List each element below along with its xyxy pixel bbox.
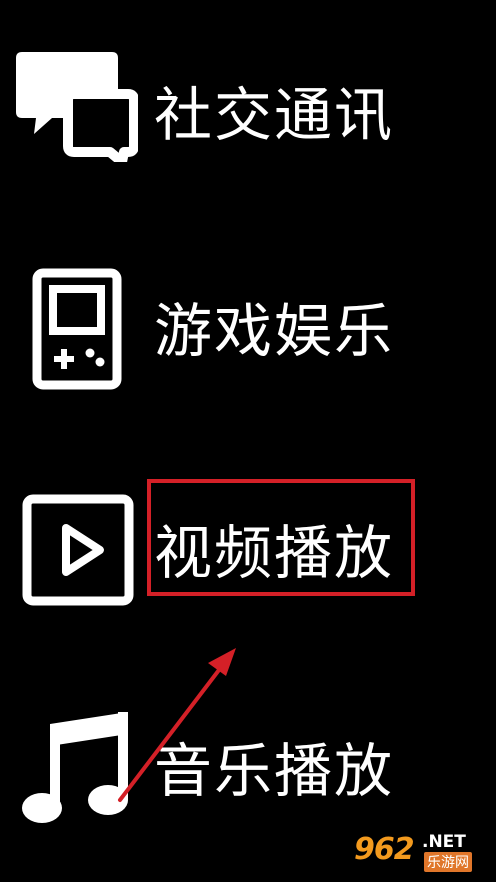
menu-item-video[interactable]: 视频播放 [0, 470, 496, 630]
music-note-icon [22, 712, 128, 823]
handheld-game-icon [32, 268, 122, 390]
menu-label-video: 视频播放 [154, 519, 395, 587]
menu-label-games: 游戏娱乐 [154, 297, 395, 365]
watermark-site-name: 乐游网 [424, 852, 472, 872]
menu-item-social[interactable]: 社交通讯 [0, 30, 496, 190]
watermark-logo: 962 .NET 乐游网 [354, 830, 490, 874]
menu-item-games[interactable]: 游戏娱乐 [0, 250, 496, 410]
menu-item-music[interactable]: 音乐播放 [0, 690, 496, 850]
video-play-icon [22, 494, 134, 606]
chat-bubbles-icon [16, 52, 138, 162]
menu-label-social: 社交通讯 [154, 81, 395, 149]
watermark-logo-suffix: .NET [422, 832, 466, 852]
watermark-logo-number: 962 [354, 832, 415, 867]
menu-label-music: 音乐播放 [154, 737, 395, 805]
